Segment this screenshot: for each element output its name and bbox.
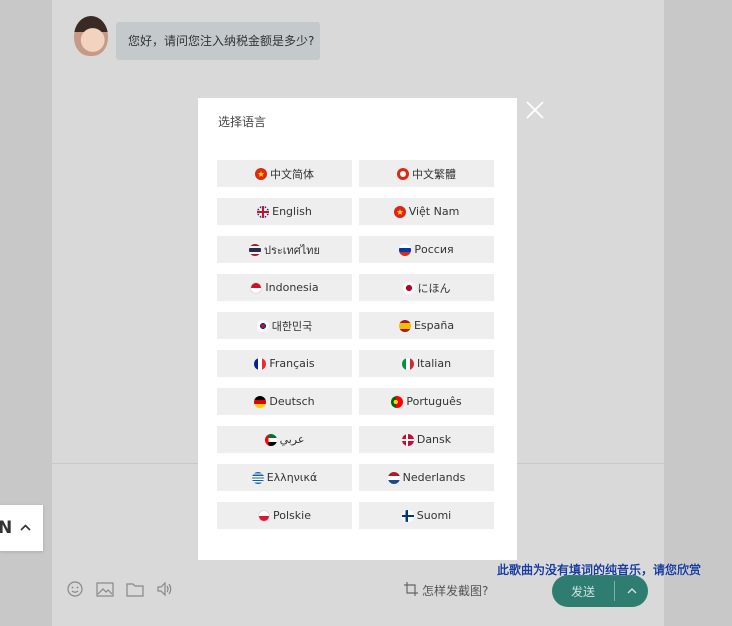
agent-avatar [74,16,108,56]
modal-title: 选择语言 [218,115,267,129]
send-button-group: 发送 [552,575,648,607]
thailand-flag-icon [248,243,261,256]
language-label: 中文简体 [270,167,314,181]
denmark-flag-icon [401,433,414,446]
language-modal: 选择语言 中文简体 中文繁體 English Việt Nam ประเทศไทย Рос… [198,98,517,560]
language-option[interactable]: Italian [359,350,494,377]
france-flag-icon [254,357,267,370]
language-label: Dansk [416,433,452,446]
folder-icon[interactable] [126,580,144,598]
vietnam-flag-icon [393,205,406,218]
send-button[interactable]: 发送 [552,583,614,600]
send-options-button[interactable] [615,587,648,595]
crop-icon [404,582,418,599]
language-option[interactable]: 대한민국 [217,312,352,339]
image-icon[interactable] [96,580,114,598]
language-label: Ελληνικά [266,471,318,484]
language-label: Suomi [416,509,452,522]
language-label: Português [406,395,462,408]
screenshot-help-link[interactable]: 怎样发截图? [404,582,488,599]
portugal-flag-icon [391,395,404,408]
language-label: Polskie [273,509,311,522]
language-option[interactable]: Việt Nam [359,198,494,225]
chat-message-bubble: 您好，请问您注入纳税金额是多少? [116,22,320,60]
language-grid: 中文简体 中文繁體 English Việt Nam ประเทศไทย Россия In… [217,160,495,529]
poland-flag-icon [258,509,271,522]
germany-flag-icon [254,395,267,408]
greece-flag-icon [251,471,264,484]
language-option[interactable]: Россия [359,236,494,263]
language-option[interactable]: Deutsch [217,388,352,415]
hongkong-flag-icon [397,167,409,180]
language-label: Indonesia [265,281,319,294]
china-flag-icon [255,167,267,180]
language-option[interactable]: 中文繁體 [359,160,494,187]
music-notice: 此歌曲为没有填词的纯音乐，请您欣赏 [497,563,702,577]
language-label: Français [269,357,315,370]
language-option[interactable]: عربي [217,426,352,453]
language-option[interactable]: Polskie [217,502,352,529]
japan-flag-icon [402,281,415,294]
close-button[interactable] [525,100,545,120]
language-option[interactable]: Português [359,388,494,415]
language-option[interactable]: Nederlands [359,464,494,491]
language-label: 中文繁體 [412,167,456,181]
close-icon [526,101,544,119]
language-label: ประเทศไทย [263,243,321,257]
spain-flag-icon [398,319,411,332]
language-option[interactable]: Français [217,350,352,377]
speaker-icon[interactable] [156,580,174,598]
indonesia-flag-icon [250,281,263,294]
chat-toolbar [66,580,174,598]
language-label: Deutsch [269,395,315,408]
emoji-icon[interactable] [66,580,84,598]
korea-flag-icon [256,319,269,332]
language-option[interactable]: にほん [359,274,494,301]
uk-flag-icon [257,205,270,218]
language-option[interactable]: 中文简体 [217,160,352,187]
language-label: Россия [414,243,454,256]
finland-flag-icon [401,509,414,522]
italy-flag-icon [401,357,414,370]
language-switcher[interactable]: N [0,505,43,551]
language-label: Việt Nam [408,205,460,218]
russia-flag-icon [399,243,412,256]
language-option[interactable]: Suomi [359,502,494,529]
language-option[interactable]: España [359,312,494,339]
language-option[interactable]: ประเทศไทย [217,236,352,263]
language-label: Italian [416,357,452,370]
language-label: Nederlands [402,471,466,484]
chevron-up-icon [20,524,31,531]
language-option[interactable]: English [217,198,352,225]
language-label: عربي [279,433,305,446]
language-label: English [272,205,312,218]
language-label: España [413,319,455,332]
language-label: 대한민국 [271,319,313,333]
uae-flag-icon [264,433,277,446]
netherlands-flag-icon [387,471,400,484]
screenshot-hint-label: 怎样发截图? [422,584,489,598]
language-option[interactable]: Indonesia [217,274,352,301]
language-label: にほん [417,281,451,295]
language-option[interactable]: Dansk [359,426,494,453]
language-option[interactable]: Ελληνικά [217,464,352,491]
language-code: N [0,518,13,538]
chevron-up-icon [627,588,636,594]
